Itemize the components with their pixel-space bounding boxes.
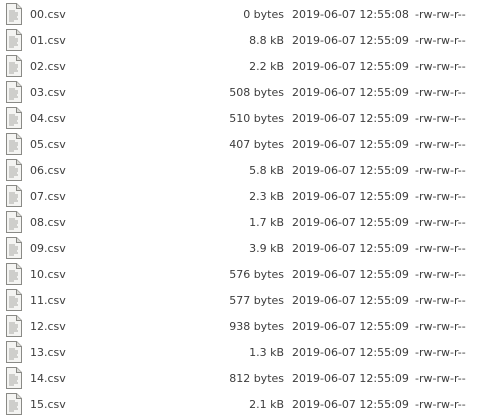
file-modified-date: 2019-06-07 12:55:09 bbox=[292, 60, 409, 73]
file-name: 15.csv bbox=[30, 398, 66, 411]
file-size: 812 bytes bbox=[229, 372, 284, 385]
file-size: 2.1 kB bbox=[249, 398, 284, 411]
file-row[interactable]: 06.csv 5.8 kB 2019-06-07 12:55:09 -rw-rw-r-… bbox=[0, 158, 477, 184]
text-file-icon bbox=[6, 367, 22, 389]
file-name: 14.csv bbox=[30, 372, 66, 385]
file-name: 10.csv bbox=[30, 268, 66, 281]
file-name: 08.csv bbox=[30, 216, 66, 229]
text-file-icon bbox=[6, 211, 22, 233]
file-modified-date: 2019-06-07 12:55:09 bbox=[292, 294, 409, 307]
file-size: 5.8 kB bbox=[249, 164, 284, 177]
file-permissions: -rw-rw-r-- bbox=[415, 372, 466, 385]
text-file-icon bbox=[6, 133, 22, 155]
file-row[interactable]: 08.csv 1.7 kB 2019-06-07 12:55:09 -rw-rw-r-… bbox=[0, 210, 477, 236]
file-size: 576 bytes bbox=[229, 268, 284, 281]
text-file-icon bbox=[6, 107, 22, 129]
file-size: 938 bytes bbox=[229, 320, 284, 333]
file-name: 12.csv bbox=[30, 320, 66, 333]
file-size: 407 bytes bbox=[229, 138, 284, 151]
file-row[interactable]: 15.csv 2.1 kB 2019-06-07 12:55:09 -rw-rw-r-… bbox=[0, 392, 477, 418]
file-modified-date: 2019-06-07 12:55:09 bbox=[292, 268, 409, 281]
file-modified-date: 2019-06-07 12:55:09 bbox=[292, 112, 409, 125]
text-file-icon bbox=[6, 29, 22, 51]
file-row[interactable]: 09.csv 3.9 kB 2019-06-07 12:55:09 -rw-rw-r-… bbox=[0, 236, 477, 262]
file-modified-date: 2019-06-07 12:55:09 bbox=[292, 372, 409, 385]
file-permissions: -rw-rw-r-- bbox=[415, 60, 466, 73]
text-file-icon bbox=[6, 3, 22, 25]
file-permissions: -rw-rw-r-- bbox=[415, 398, 466, 411]
file-size: 508 bytes bbox=[229, 86, 284, 99]
file-permissions: -rw-rw-r-- bbox=[415, 216, 466, 229]
text-file-icon bbox=[6, 289, 22, 311]
file-permissions: -rw-rw-r-- bbox=[415, 112, 466, 125]
file-modified-date: 2019-06-07 12:55:09 bbox=[292, 346, 409, 359]
file-permissions: -rw-rw-r-- bbox=[415, 242, 466, 255]
file-name: 11.csv bbox=[30, 294, 66, 307]
file-row[interactable]: 00.csv 0 bytes 2019-06-07 12:55:08 -rw-rw-r… bbox=[0, 2, 477, 28]
file-name: 01.csv bbox=[30, 34, 66, 47]
file-size: 1.3 kB bbox=[249, 346, 284, 359]
file-modified-date: 2019-06-07 12:55:09 bbox=[292, 164, 409, 177]
file-size: 8.8 kB bbox=[249, 34, 284, 47]
file-permissions: -rw-rw-r-- bbox=[415, 346, 466, 359]
text-file-icon bbox=[6, 393, 22, 415]
file-name: 04.csv bbox=[30, 112, 66, 125]
file-row[interactable]: 14.csv 812 bytes 2019-06-07 12:55:09 -rw-rw… bbox=[0, 366, 477, 392]
file-row[interactable]: 02.csv 2.2 kB 2019-06-07 12:55:09 -rw-rw-r-… bbox=[0, 54, 477, 80]
file-name: 03.csv bbox=[30, 86, 66, 99]
file-modified-date: 2019-06-07 12:55:09 bbox=[292, 242, 409, 255]
file-permissions: -rw-rw-r-- bbox=[415, 164, 466, 177]
text-file-icon bbox=[6, 341, 22, 363]
file-row[interactable]: 10.csv 576 bytes 2019-06-07 12:55:09 -rw-rw… bbox=[0, 262, 477, 288]
text-file-icon bbox=[6, 159, 22, 181]
file-modified-date: 2019-06-07 12:55:09 bbox=[292, 398, 409, 411]
file-name: 05.csv bbox=[30, 138, 66, 151]
file-permissions: -rw-rw-r-- bbox=[415, 8, 466, 21]
file-row[interactable]: 05.csv 407 bytes 2019-06-07 12:55:09 -rw-rw… bbox=[0, 132, 477, 158]
file-permissions: -rw-rw-r-- bbox=[415, 138, 466, 151]
file-name: 02.csv bbox=[30, 60, 66, 73]
text-file-icon bbox=[6, 315, 22, 337]
file-row[interactable]: 04.csv 510 bytes 2019-06-07 12:55:09 -rw-rw… bbox=[0, 106, 477, 132]
file-row[interactable]: 12.csv 938 bytes 2019-06-07 12:55:09 -rw-rw… bbox=[0, 314, 477, 340]
file-permissions: -rw-rw-r-- bbox=[415, 294, 466, 307]
file-permissions: -rw-rw-r-- bbox=[415, 190, 466, 203]
file-row[interactable]: 07.csv 2.3 kB 2019-06-07 12:55:09 -rw-rw-r-… bbox=[0, 184, 477, 210]
file-size: 577 bytes bbox=[229, 294, 284, 307]
file-row[interactable]: 03.csv 508 bytes 2019-06-07 12:55:09 -rw-rw… bbox=[0, 80, 477, 106]
file-permissions: -rw-rw-r-- bbox=[415, 34, 466, 47]
file-row[interactable]: 13.csv 1.3 kB 2019-06-07 12:55:09 -rw-rw-r-… bbox=[0, 340, 477, 366]
file-permissions: -rw-rw-r-- bbox=[415, 320, 466, 333]
file-modified-date: 2019-06-07 12:55:09 bbox=[292, 138, 409, 151]
file-size: 510 bytes bbox=[229, 112, 284, 125]
file-list: 00.csv 0 bytes 2019-06-07 12:55:08 -rw-rw-r… bbox=[0, 0, 477, 419]
file-row[interactable]: 01.csv 8.8 kB 2019-06-07 12:55:09 -rw-rw-r-… bbox=[0, 28, 477, 54]
file-size: 0 bytes bbox=[243, 8, 284, 21]
text-file-icon bbox=[6, 237, 22, 259]
file-modified-date: 2019-06-07 12:55:09 bbox=[292, 34, 409, 47]
file-modified-date: 2019-06-07 12:55:09 bbox=[292, 216, 409, 229]
file-name: 09.csv bbox=[30, 242, 66, 255]
text-file-icon bbox=[6, 55, 22, 77]
file-size: 1.7 kB bbox=[249, 216, 284, 229]
file-modified-date: 2019-06-07 12:55:09 bbox=[292, 86, 409, 99]
file-modified-date: 2019-06-07 12:55:08 bbox=[292, 8, 409, 21]
file-name: 06.csv bbox=[30, 164, 66, 177]
file-size: 2.3 kB bbox=[249, 190, 284, 203]
text-file-icon bbox=[6, 81, 22, 103]
text-file-icon bbox=[6, 185, 22, 207]
file-name: 07.csv bbox=[30, 190, 66, 203]
file-size: 2.2 kB bbox=[249, 60, 284, 73]
file-name: 13.csv bbox=[30, 346, 66, 359]
file-modified-date: 2019-06-07 12:55:09 bbox=[292, 320, 409, 333]
file-permissions: -rw-rw-r-- bbox=[415, 86, 466, 99]
file-size: 3.9 kB bbox=[249, 242, 284, 255]
file-row[interactable]: 11.csv 577 bytes 2019-06-07 12:55:09 -rw-rw… bbox=[0, 288, 477, 314]
file-modified-date: 2019-06-07 12:55:09 bbox=[292, 190, 409, 203]
text-file-icon bbox=[6, 263, 22, 285]
file-name: 00.csv bbox=[30, 8, 66, 21]
file-permissions: -rw-rw-r-- bbox=[415, 268, 466, 281]
